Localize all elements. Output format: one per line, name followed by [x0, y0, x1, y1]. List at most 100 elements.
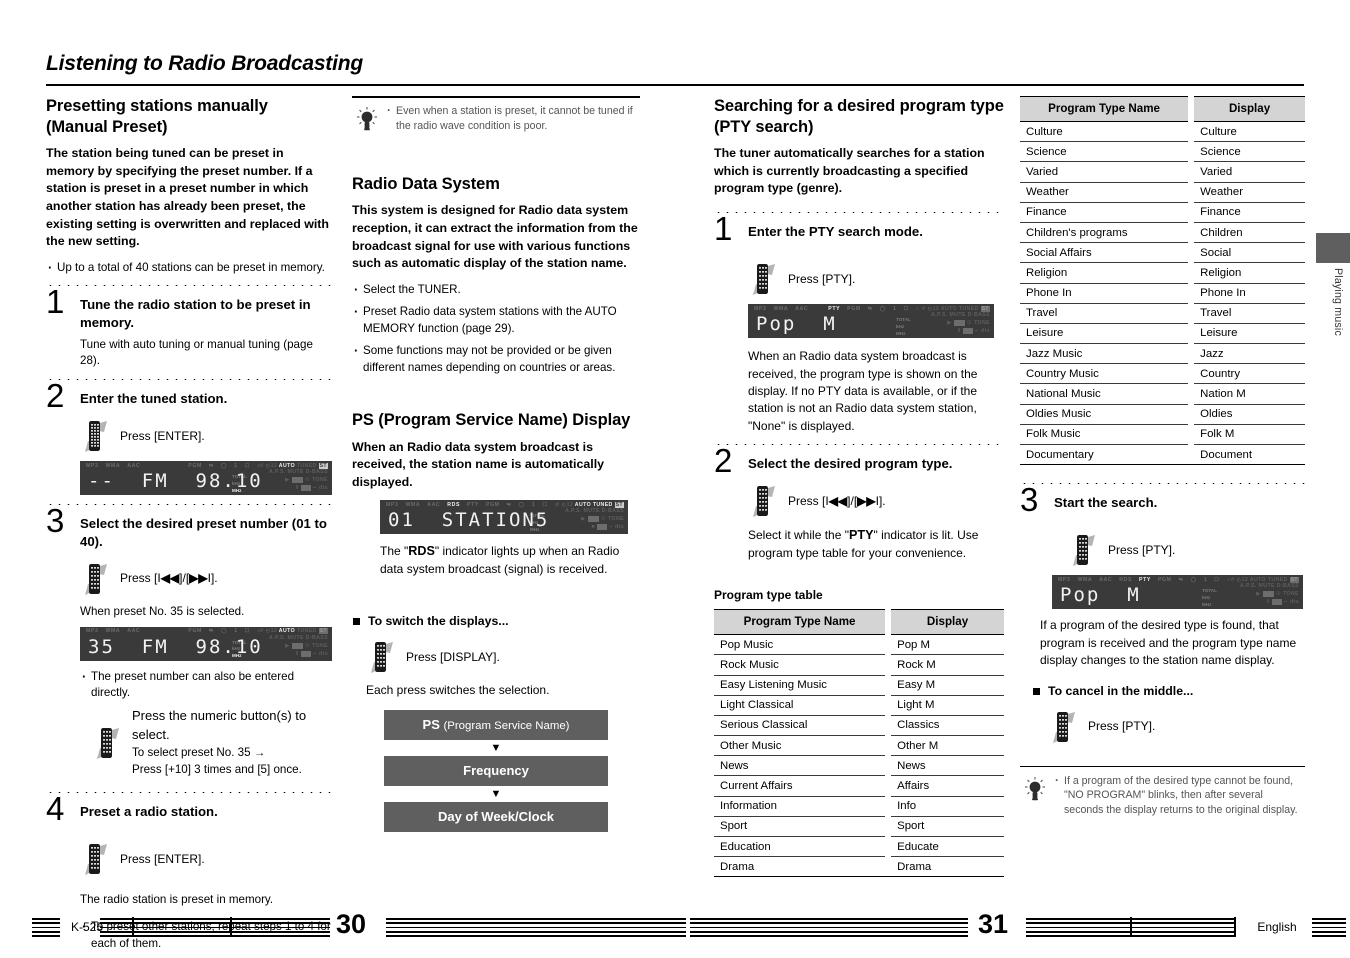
indicator-mp3: MP3 [86, 462, 99, 469]
list-item: Preset Radio data system stations with t… [352, 303, 640, 337]
step-number: 3 [46, 502, 65, 540]
table-row: Social Affairs Social [1020, 242, 1305, 264]
indicator-pgm: PGM [188, 628, 202, 635]
numeric-note-line2: Press [+10] 3 times and [5] once. [132, 763, 302, 777]
table-row: Information Info [714, 796, 1004, 817]
table-row: Rock Music Rock M [714, 654, 1004, 676]
cell-program-type-name: Religion [1020, 262, 1189, 284]
table-row: Drama Drama [714, 856, 1004, 878]
indicator-repeat: ◯ [220, 462, 228, 469]
step3-caption: When preset No. 35 is selected. [80, 604, 245, 618]
indicator-mp3: MP3 [386, 501, 399, 508]
table-row: Current Affairs Affairs [714, 775, 1004, 797]
indicator-shuffle: ⇆ [1178, 576, 1184, 583]
section-heading-manual-preset: Presetting stations manually (Manual Pre… [46, 97, 268, 136]
cell-program-type-name: Easy Listening Music [714, 675, 886, 696]
press-instruction: Press [ENTER]. [80, 419, 332, 453]
dotted-divider [46, 792, 332, 794]
lcd-right-indicators: ↺ ◴12 AUTO TUNED ST A.P.S. MUTE D-BASS ▶… [1207, 576, 1299, 608]
section-heading-rds: Radio Data System [352, 174, 500, 193]
column-two: Even when a station is preset, it cannot… [352, 96, 640, 832]
cell-display: Pop M [891, 634, 1004, 656]
cell-display: Varied [1194, 161, 1305, 183]
lcd-display-pty-result: MP3 WMA AAC RDS PTY PGM ⇆ ◯ 1 ☐ ♪ ↺ ◴12 … [1052, 575, 1303, 610]
cell-display: Religion [1194, 262, 1305, 284]
flow-arrow-icon: ▼ [490, 741, 502, 754]
press-instruction: Press [I◀◀]/[▶▶I]. [748, 484, 1004, 518]
tip-box-no-program: If a program of the desired type cannot … [1020, 765, 1305, 818]
step-2: 2 Enter the tuned station. Press [ENTER]… [46, 379, 332, 496]
staff-lines-decoration [690, 918, 968, 937]
dotted-divider [1020, 483, 1305, 485]
list-item: Select the TUNER. [352, 281, 640, 300]
column-header-program-type-name: Program Type Name [1020, 96, 1189, 122]
table-row: Documentary Document [1020, 444, 1305, 466]
press-pre: Press [I [120, 571, 161, 586]
cell-display: Leisure [1194, 323, 1305, 345]
lcd-right-line-4: ‖ ∽ dts [295, 485, 328, 492]
bar-line [1234, 917, 1236, 935]
table-row: Serious Classical Classics [714, 715, 1004, 737]
table-header-row: Program Type Name Display [714, 609, 1004, 636]
step-number: 1 [714, 210, 733, 248]
lcd-right-line-1: ↺ ◴12 AUTO TUNED ST [921, 305, 990, 312]
side-tab-marker [1316, 233, 1350, 263]
cell-display: Nation M [1194, 383, 1305, 405]
flow-box-day-clock: Day of Week/Clock [384, 801, 608, 832]
indicator-pgm: PGM [1157, 576, 1172, 583]
cell-display: Science [1194, 141, 1305, 163]
step-number: 1 [46, 283, 65, 321]
cell-program-type-name: Country Music [1020, 363, 1189, 385]
lcd-right-line-2: A.P.S. MUTE D-BASS [269, 469, 328, 476]
lcd-right-line-3: ▶ ☉ TONE [285, 642, 328, 649]
indicator-pgm: PGM [847, 305, 861, 312]
column-header-display: Display [891, 609, 1004, 636]
lcd-right-line-3: ▶ ☉ TONE [947, 320, 990, 327]
cell-display: Weather [1194, 182, 1305, 203]
lcd-total-label: TOTAL kHz MHz [896, 317, 911, 337]
cell-program-type-name: Finance [1020, 202, 1189, 223]
cell-program-type-name: Travel [1020, 303, 1189, 324]
cell-program-type-name: Drama [714, 856, 886, 878]
pty-lead: The tuner automatically searches for a s… [714, 146, 985, 196]
dotted-divider [714, 212, 1004, 214]
cell-display: Drama [891, 856, 1004, 878]
cell-display: Culture [1194, 121, 1305, 143]
cell-display: Other M [891, 735, 1004, 757]
cell-program-type-name: National Music [1020, 383, 1189, 405]
cell-display: Easy M [891, 675, 1004, 696]
lcd-right-line-2: A.P.S. MUTE D-BASS [565, 508, 624, 515]
lcd-display-pty: MP3 WMA AAC PTY PGM ⇆ ◯ 1 ☐ ♪ ↺ ◴12 AUTO… [748, 304, 994, 339]
lcd-right-line-3: ▶ ☉ TONE [1256, 591, 1299, 598]
lcd-right-line-2: A.P.S. MUTE D-BASS [269, 634, 328, 641]
table-row: Phone In Phone In [1020, 283, 1305, 304]
press-post: I]. [207, 571, 218, 586]
cell-program-type-name: Other Music [714, 735, 886, 757]
table-row: Education Educate [714, 836, 1004, 858]
title-divider [46, 84, 1304, 86]
lcd-right-line-4: ‖ ∽ dts [957, 328, 990, 335]
press-label: Press [PTY]. [1108, 542, 1176, 557]
table-row: Sport Sport [714, 816, 1004, 838]
manual-page: Listening to Radio Broadcasting Presetti… [0, 0, 1350, 954]
indicator-mp3: MP3 [1058, 576, 1071, 583]
cell-display: Educate [891, 836, 1004, 858]
flow-box-ps-bold: PS [422, 716, 440, 732]
indicator-wma: WMA [105, 628, 121, 635]
cell-program-type-name: Weather [1020, 182, 1189, 203]
indicator-shuffle: ⇆ [867, 305, 873, 312]
flow-box-frequency: Frequency [384, 755, 608, 786]
lcd-main-text: Pop M [1060, 584, 1141, 607]
indicator-repeat: ◯ [518, 501, 525, 508]
indicator-mp3: MP3 [86, 628, 99, 635]
page-title: Listening to Radio Broadcasting [46, 52, 363, 75]
press-post: I]. [875, 493, 886, 508]
indicator-pgm: PGM [188, 462, 202, 469]
remote-control-icon [80, 562, 110, 596]
cell-display: Light M [891, 695, 1004, 716]
indicator-pty: PTY [828, 305, 841, 312]
indicator-pty: PTY [1139, 576, 1151, 583]
table-row: Oldies Music Oldies [1020, 404, 1305, 425]
cell-display: Rock M [891, 654, 1004, 676]
cell-display: Phone In [1194, 283, 1305, 304]
